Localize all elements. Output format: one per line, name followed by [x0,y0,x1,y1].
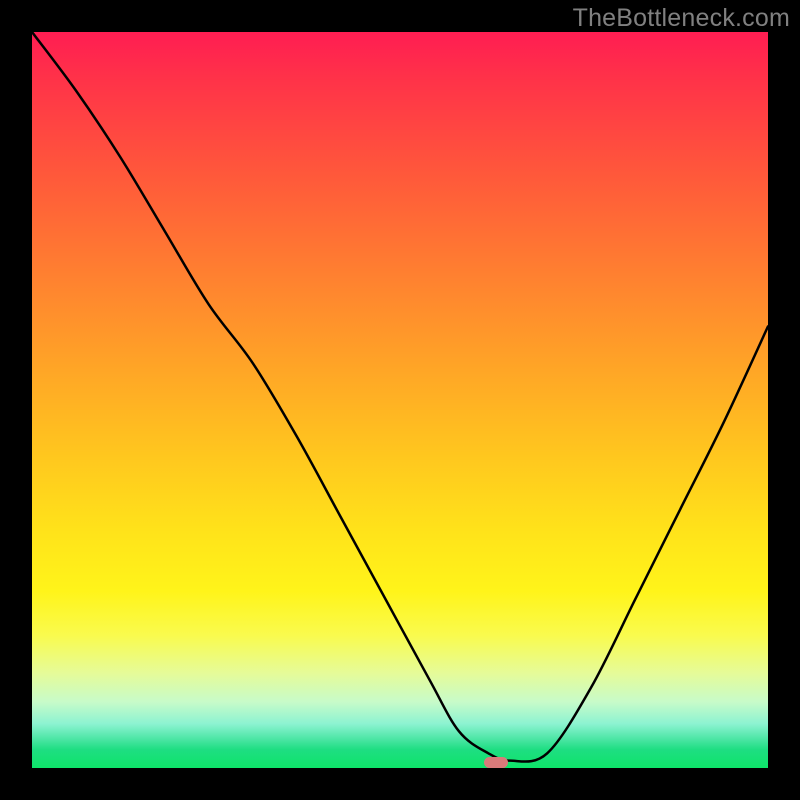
severity-gradient [32,32,768,768]
watermark-text: TheBottleneck.com [573,4,790,33]
plot-area [32,32,768,768]
chart-frame: TheBottleneck.com [0,0,800,800]
